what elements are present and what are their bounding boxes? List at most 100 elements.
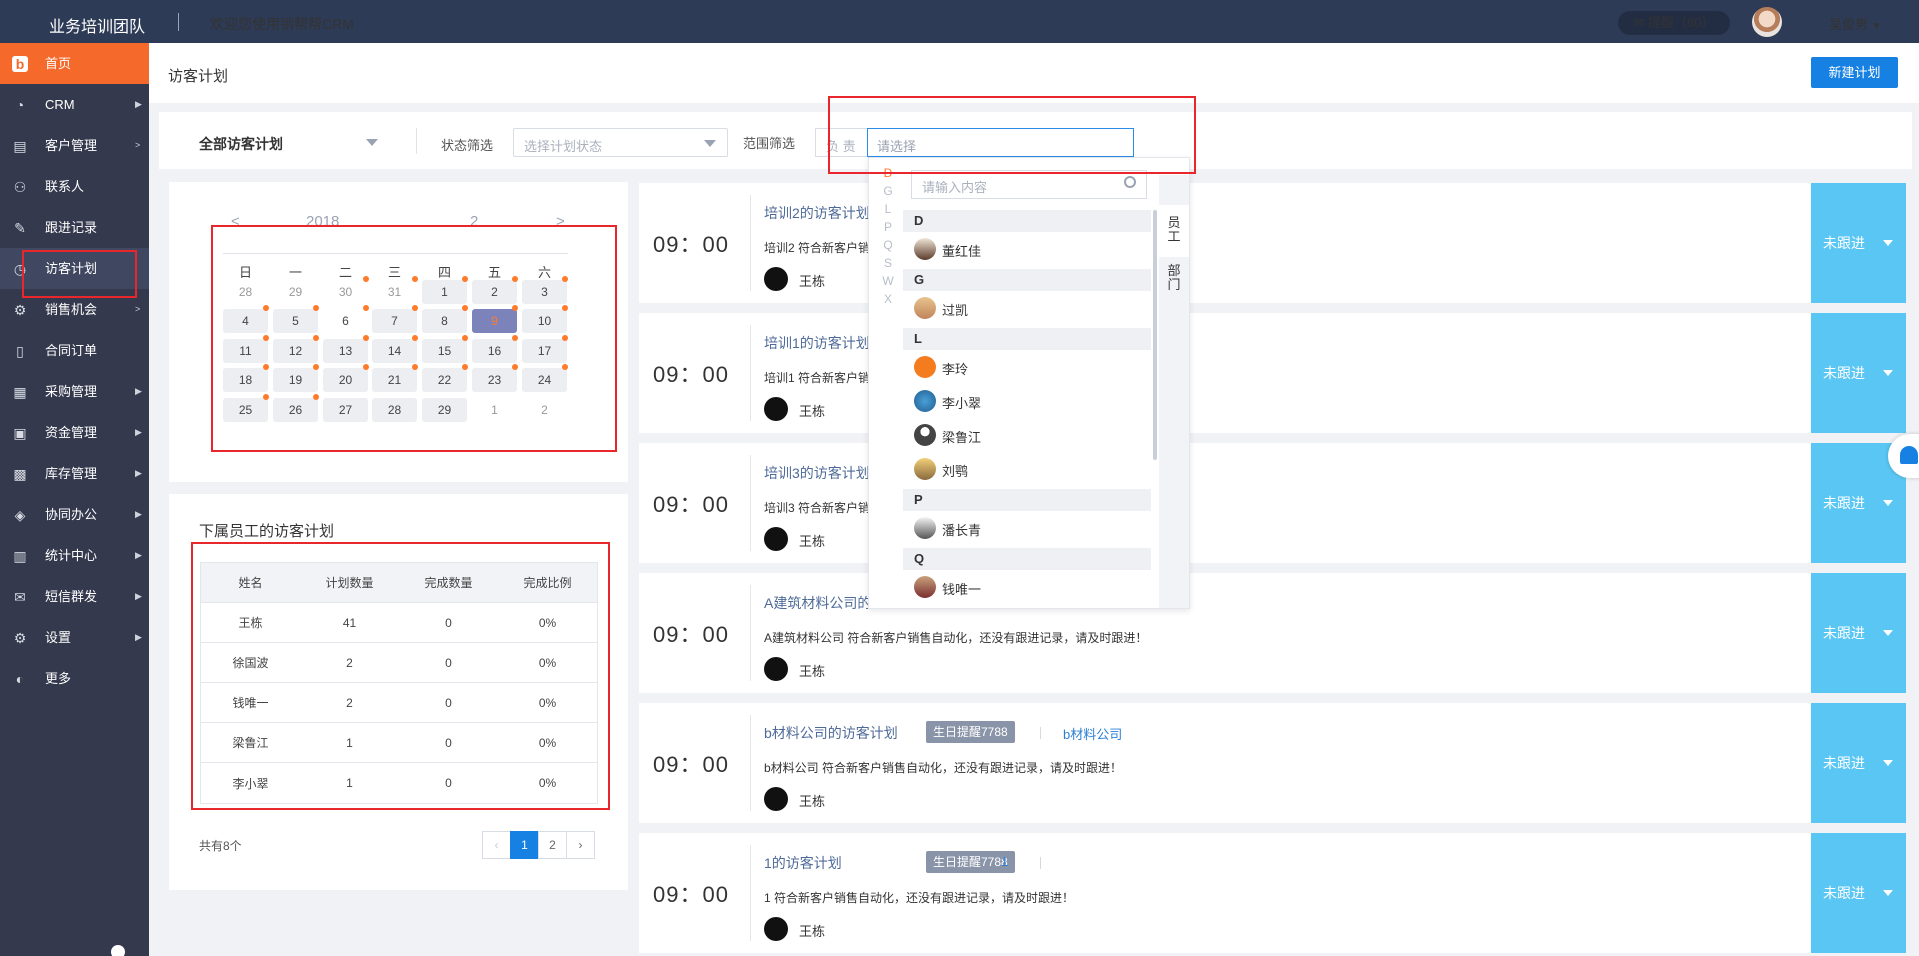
calendar-day[interactable]: 4 [223, 309, 268, 333]
calendar-day[interactable]: 3 [522, 280, 567, 304]
calendar-day[interactable]: 27 [323, 398, 368, 422]
new-plan-button[interactable]: 新建计划 [1811, 57, 1898, 88]
calendar-day[interactable]: 2 [472, 280, 517, 304]
calendar-day[interactable]: 22 [422, 368, 467, 392]
sidebar-item-purchase[interactable]: ▦ 采购管理 ▶ [0, 371, 149, 412]
table-row[interactable]: 徐国波 2 0 0% [201, 643, 597, 683]
alphabet-index[interactable]: DGLPQSWX [880, 166, 896, 310]
calendar-day[interactable]: 31 [372, 280, 417, 304]
calendar-day[interactable]: 19 [273, 368, 318, 392]
sidebar-item-home[interactable]: b 首页 [0, 43, 149, 84]
sidebar-item-contracts[interactable]: ▯ 合同订单 [0, 330, 149, 371]
calendar-day[interactable]: 13 [323, 339, 368, 363]
sidebar-item-visit-plan[interactable]: ◷ 访客计划 [0, 248, 149, 289]
calendar-day[interactable]: 10 [522, 309, 567, 333]
calendar-day[interactable]: 14 [372, 339, 417, 363]
calendar-day[interactable]: 8 [422, 309, 467, 333]
alphabet-letter[interactable]: D [880, 166, 896, 184]
calendar-day[interactable]: 26 [273, 398, 318, 422]
sidebar-item-contacts[interactable]: ⚇ 联系人 [0, 166, 149, 207]
alphabet-letter[interactable]: X [880, 292, 896, 310]
table-row[interactable]: 王栋 41 0 0% [201, 603, 597, 643]
calendar-day[interactable]: 18 [223, 368, 268, 392]
follow-status-button[interactable]: 未跟进 [1811, 573, 1906, 693]
follow-status-button[interactable]: 未跟进 [1811, 703, 1906, 823]
alphabet-letter[interactable]: G [880, 184, 896, 202]
tab-employees[interactable]: 员工 [1166, 216, 1182, 244]
calendar-day[interactable]: 25 [223, 398, 268, 422]
calendar-day[interactable]: 28 [223, 280, 268, 304]
plan-card[interactable]: 09：00 培训3的访客计划 培训3 符合新客户销 王栋 未跟进 [639, 443, 1906, 563]
calendar-day[interactable]: 5 [273, 309, 318, 333]
user-menu[interactable]: 吴俊男 ▼ [1829, 14, 1882, 33]
sidebar-item-inventory[interactable]: ▩ 库存管理 ▶ [0, 453, 149, 494]
page-2-button[interactable]: 2 [538, 831, 567, 859]
table-row[interactable]: 李小翠 1 0 0% [201, 763, 597, 803]
calendar-day[interactable]: 9 [472, 309, 517, 333]
calendar-day[interactable]: 21 [372, 368, 417, 392]
prev-month-button[interactable]: < [231, 213, 240, 230]
calendar-day[interactable]: 30 [323, 280, 368, 304]
next-page-button[interactable]: › [566, 831, 595, 859]
sidebar-item-customers[interactable]: ▤ 客户管理 > [0, 125, 149, 166]
sidebar-item-office[interactable]: ◈ 协同办公 ▶ [0, 494, 149, 535]
plan-card[interactable]: 09：00 培训1的访客计划 培训1 符合新客户销 王栋 未跟进 [639, 313, 1906, 433]
picker-person[interactable]: 潘长青 [903, 511, 1151, 545]
sidebar-item-followup[interactable]: ✎ 跟进记录 [0, 207, 149, 248]
sidebar-item-funds[interactable]: ▣ 资金管理 ▶ [0, 412, 149, 453]
scrollbar[interactable] [1153, 210, 1157, 460]
calendar-day[interactable]: 23 [472, 368, 517, 392]
calendar-day[interactable]: 29 [422, 398, 467, 422]
calendar-day[interactable]: 24 [522, 368, 567, 392]
follow-status-button[interactable]: 未跟进 [1811, 313, 1906, 433]
picker-person[interactable]: 钱唯一 [903, 570, 1151, 604]
calendar-day[interactable]: 12 [273, 339, 318, 363]
picker-person[interactable]: 李小翠 [903, 384, 1151, 418]
table-row[interactable]: 梁鲁江 1 0 0% [201, 723, 597, 763]
plan-card[interactable]: 09：00 b材料公司的访客计划 b材料公司 符合新客户销售自动化，还没有跟进记录，… [639, 703, 1906, 823]
calendar-day[interactable]: 29 [273, 280, 318, 304]
alphabet-letter[interactable]: S [880, 256, 896, 274]
calendar-day[interactable]: 28 [372, 398, 417, 422]
table-row[interactable]: 钱唯一 2 0 0% [201, 683, 597, 723]
calendar-day[interactable]: 16 [472, 339, 517, 363]
plan-title-link[interactable]: A建筑材料公司的 [764, 593, 871, 613]
info-icon[interactable] [111, 945, 125, 956]
sidebar-item-more[interactable]: ◐ 更多 [0, 658, 149, 699]
calendar-day[interactable]: 17 [522, 339, 567, 363]
calendar-day[interactable]: 15 [422, 339, 467, 363]
plan-title-link[interactable]: 培训3的访客计划 [764, 463, 870, 483]
picker-person[interactable]: 过凯 [903, 291, 1151, 325]
calendar-day[interactable]: 1 [422, 280, 467, 304]
alphabet-letter[interactable]: L [880, 202, 896, 220]
chevron-down-icon[interactable] [366, 139, 378, 146]
plan-title-link[interactable]: 培训1的访客计划 [764, 333, 870, 353]
tab-departments[interactable]: 部门 [1166, 264, 1182, 292]
calendar-day[interactable]: 20 [323, 368, 368, 392]
remind-button[interactable]: ✉ 提醒（80） [1618, 11, 1730, 35]
calendar-day[interactable]: 11 [223, 339, 268, 363]
calendar-day[interactable]: 6 [323, 309, 368, 333]
picker-person[interactable]: 董红佳 [903, 232, 1151, 266]
picker-person[interactable]: 梁鲁江 [903, 418, 1151, 452]
sidebar-item-sms[interactable]: ✉ 短信群发 ▶ [0, 576, 149, 617]
sidebar-item-stats[interactable]: ▥ 统计中心 ▶ [0, 535, 149, 576]
alphabet-letter[interactable]: P [880, 220, 896, 238]
calendar-day[interactable]: 1 [472, 398, 517, 422]
owner-picker-input[interactable]: 请选择 [867, 128, 1134, 157]
picker-person[interactable]: 李玲 [903, 350, 1151, 384]
status-select[interactable]: 选择计划状态 [513, 128, 728, 157]
follow-status-button[interactable]: 未跟进 [1811, 833, 1906, 953]
sidebar-item-settings[interactable]: ⚙ 设置 ▶ [0, 617, 149, 658]
plan-scope-select[interactable]: 全部访客计划 [199, 134, 283, 154]
avatar[interactable] [1752, 7, 1782, 37]
follow-status-button[interactable]: 未跟进 [1811, 183, 1906, 303]
picker-search-input[interactable]: 请输入内容 [911, 170, 1147, 199]
alphabet-letter[interactable]: W [880, 274, 896, 292]
plan-card[interactable]: 09：00 1的访客计划 1 符合新客户销售自动化，还没有跟进记录，请及时跟进！ 王栋… [639, 833, 1906, 953]
plan-title-link[interactable]: 培训2的访客计划 [764, 203, 870, 223]
prev-page-button[interactable]: ‹ [482, 831, 511, 859]
customer-link[interactable]: b材料公司 [1063, 724, 1122, 743]
calendar-day[interactable]: 2 [522, 398, 567, 422]
sidebar-item-opportunity[interactable]: ⚙ 销售机会 > [0, 289, 149, 330]
